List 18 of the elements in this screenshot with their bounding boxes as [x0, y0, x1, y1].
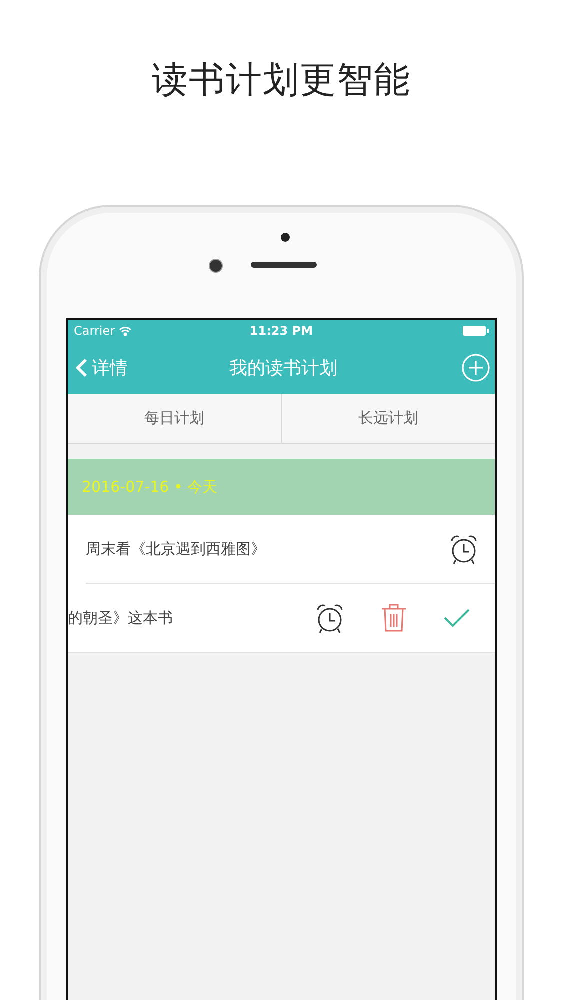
nav-title: 我的读书计划	[230, 357, 338, 380]
alarm-clock-icon[interactable]	[449, 533, 479, 565]
camera-lens	[209, 259, 223, 273]
battery-icon	[462, 326, 489, 336]
status-time: 11:23 PM	[248, 324, 314, 338]
speaker-grille	[251, 262, 317, 268]
trash-icon[interactable]	[381, 603, 407, 633]
back-chevron-icon	[76, 358, 88, 378]
checkmark-icon[interactable]	[443, 608, 471, 628]
plus-circle-icon	[461, 353, 491, 383]
wifi-icon	[119, 326, 132, 336]
plan-text: 周末看《北京遇到西雅图》	[86, 540, 267, 558]
carrier-label: Carrier	[74, 324, 116, 338]
date-label: 2016-07-16 • 今天	[82, 478, 218, 496]
headline: 读书计划更智能	[152, 59, 411, 103]
sensor-dot	[281, 233, 290, 242]
plan-text: 的朝圣》这本书	[68, 608, 174, 628]
alarm-clock-icon[interactable]	[315, 602, 345, 634]
